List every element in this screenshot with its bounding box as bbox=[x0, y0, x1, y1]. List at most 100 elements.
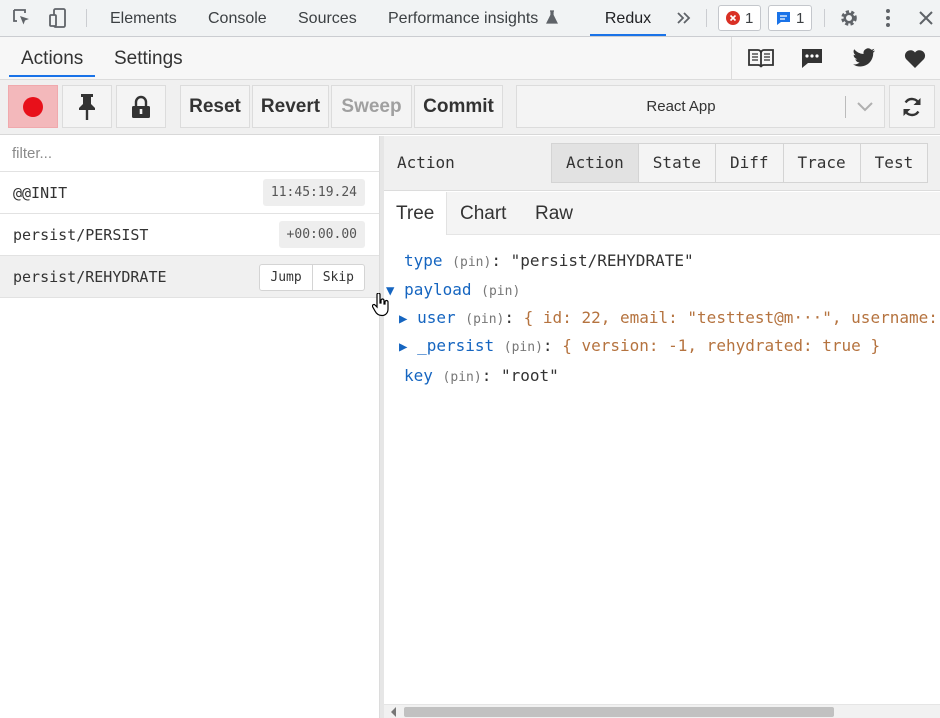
tree-node-payload: ▼ payload (pin) bbox=[386, 278, 520, 302]
tab-settings[interactable]: Settings bbox=[102, 37, 195, 77]
chevron-down-icon bbox=[857, 102, 873, 112]
message-count-badge[interactable]: 1 bbox=[768, 5, 813, 31]
documentation-book-icon[interactable] bbox=[746, 44, 776, 72]
tab-tree[interactable]: Tree bbox=[383, 192, 448, 235]
tree-node-persist: ▶ _persist (pin): { version: -1, rehydra… bbox=[399, 336, 881, 355]
sync-button[interactable] bbox=[889, 85, 935, 128]
settings-gear-icon[interactable] bbox=[837, 6, 861, 30]
reset-button[interactable]: Reset bbox=[180, 85, 250, 128]
action-buttons: Jump Skip bbox=[259, 264, 365, 291]
tab-redux[interactable]: Redux bbox=[590, 0, 666, 36]
skip-button[interactable]: Skip bbox=[311, 265, 364, 290]
inspector-header: Action Action State Diff Trace Test bbox=[381, 136, 940, 191]
record-icon bbox=[23, 96, 43, 117]
pin-icon bbox=[79, 93, 95, 120]
tree-key[interactable]: payload bbox=[404, 280, 471, 299]
tab-label: Performance insights bbox=[388, 10, 539, 27]
pin-link[interactable]: (pin) bbox=[465, 312, 504, 327]
sync-icon bbox=[903, 97, 921, 116]
hand-cursor-icon bbox=[372, 293, 389, 317]
tree-node-key: key (pin): "root" bbox=[404, 366, 559, 385]
tree-key[interactable]: key bbox=[404, 366, 433, 385]
close-icon[interactable] bbox=[914, 6, 938, 30]
jump-button[interactable]: Jump bbox=[260, 265, 311, 290]
message-icon bbox=[777, 11, 790, 25]
tab-action[interactable]: Action bbox=[552, 144, 638, 182]
divider bbox=[731, 37, 732, 79]
tree-value: "root" bbox=[500, 366, 559, 385]
tab-state[interactable]: State bbox=[637, 144, 715, 182]
more-options-icon[interactable] bbox=[876, 6, 900, 30]
twitter-icon[interactable] bbox=[849, 44, 879, 72]
collapsed-arrow-icon[interactable]: ▶ bbox=[399, 311, 407, 327]
tab-actions[interactable]: Actions bbox=[9, 37, 96, 77]
inspect-element-icon[interactable] bbox=[10, 6, 34, 30]
action-item[interactable]: persist/PERSIST +00:00.00 bbox=[0, 214, 379, 256]
flask-icon bbox=[545, 10, 558, 24]
lock-icon bbox=[132, 95, 150, 118]
divider bbox=[706, 9, 707, 27]
action-timestamp: 11:45:19.24 bbox=[262, 179, 365, 206]
inspector-view-tabs: Tree Chart Raw bbox=[381, 192, 940, 235]
tab-diff[interactable]: Diff bbox=[714, 144, 783, 182]
tree-value: "persist/REHYDRATE" bbox=[510, 251, 694, 270]
tab-sources[interactable]: Sources bbox=[298, 0, 357, 36]
inspector-title: Action bbox=[397, 153, 455, 172]
error-count: 1 bbox=[745, 9, 754, 27]
tree-key[interactable]: _persist bbox=[417, 336, 494, 355]
pin-link[interactable]: (pin) bbox=[481, 284, 520, 299]
feedback-chat-icon[interactable] bbox=[797, 44, 827, 72]
tab-console[interactable]: Console bbox=[208, 0, 267, 36]
error-count-badge[interactable]: 1 bbox=[718, 5, 762, 31]
action-timestamp: +00:00.00 bbox=[278, 221, 365, 248]
device-toolbar-icon[interactable] bbox=[46, 6, 70, 30]
tree-preview: { id: 22, email: "testtest@m···", userna… bbox=[523, 308, 938, 327]
filter-input[interactable] bbox=[0, 136, 379, 172]
record-button[interactable] bbox=[8, 85, 58, 128]
pin-link[interactable]: (pin) bbox=[452, 255, 491, 270]
heart-icon[interactable] bbox=[900, 44, 930, 72]
inspector-mode-tabs: Action State Diff Trace Test bbox=[551, 143, 929, 183]
scroll-left-icon[interactable] bbox=[390, 707, 398, 717]
instance-select-value: React App bbox=[646, 98, 716, 115]
commit-button[interactable]: Commit bbox=[414, 85, 503, 128]
lock-button[interactable] bbox=[116, 85, 166, 128]
more-tabs-icon[interactable] bbox=[672, 6, 696, 30]
tab-performance-insights[interactable]: Performance insights bbox=[388, 0, 558, 36]
divider bbox=[845, 96, 846, 118]
pin-button[interactable] bbox=[62, 85, 112, 128]
action-item-selected[interactable]: persist/REHYDRATE Jump Skip bbox=[0, 256, 379, 298]
tree-preview: { version: -1, rehydrated: true } bbox=[562, 336, 881, 355]
inspector-pane: Action Action State Diff Trace Test Tree… bbox=[381, 136, 940, 718]
instance-select[interactable]: React App bbox=[516, 85, 885, 128]
action-item[interactable]: @@INIT 11:45:19.24 bbox=[0, 172, 379, 214]
divider bbox=[824, 9, 825, 27]
tab-trace[interactable]: Trace bbox=[782, 144, 860, 182]
sweep-button[interactable]: Sweep bbox=[331, 85, 412, 128]
horizontal-scrollbar[interactable] bbox=[384, 704, 940, 718]
tree-key[interactable]: type bbox=[404, 251, 443, 270]
pin-link[interactable]: (pin) bbox=[443, 370, 482, 385]
action-name: @@INIT bbox=[13, 184, 68, 202]
action-name: persist/REHYDRATE bbox=[13, 268, 167, 286]
tree-node-user: ▶ user (pin): { id: 22, email: "testtest… bbox=[399, 308, 938, 327]
divider bbox=[86, 9, 87, 27]
revert-button[interactable]: Revert bbox=[252, 85, 329, 128]
tree-node-type: type (pin): "persist/REHYDRATE" bbox=[404, 251, 694, 270]
tree-key[interactable]: user bbox=[417, 308, 456, 327]
pane-splitter[interactable] bbox=[380, 136, 384, 718]
redux-toolbar: Reset Revert Sweep Commit React App bbox=[0, 80, 940, 135]
tab-chart[interactable]: Chart bbox=[448, 192, 518, 235]
redux-sub-tabs: Actions Settings bbox=[0, 37, 940, 80]
devtools-tab-bar: Elements Console Sources Performance ins… bbox=[0, 0, 940, 37]
error-icon bbox=[726, 11, 740, 25]
tab-test[interactable]: Test bbox=[859, 144, 928, 182]
message-count: 1 bbox=[796, 9, 805, 27]
action-list-pane: @@INIT 11:45:19.24 persist/PERSIST +00:0… bbox=[0, 136, 380, 718]
tab-raw[interactable]: Raw bbox=[523, 192, 585, 235]
pin-link[interactable]: (pin) bbox=[504, 340, 543, 355]
collapsed-arrow-icon[interactable]: ▶ bbox=[399, 339, 407, 355]
action-name: persist/PERSIST bbox=[13, 226, 149, 244]
scrollbar-thumb[interactable] bbox=[404, 707, 834, 717]
tab-elements[interactable]: Elements bbox=[110, 0, 177, 36]
